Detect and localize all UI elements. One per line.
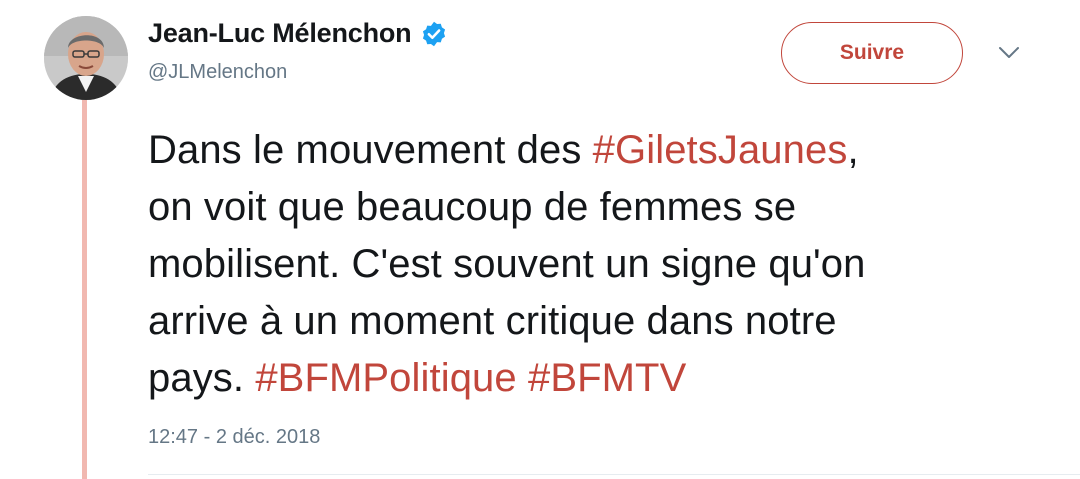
tweet-text-segment: Dans le mouvement des	[148, 128, 593, 172]
tweet-text-segment: pays.	[148, 356, 256, 400]
thread-connector-line	[82, 98, 87, 479]
tweet-text-segment: mobilisent. C'est souvent un signe qu'on	[148, 242, 866, 286]
avatar[interactable]	[44, 16, 128, 100]
tweet-text-segment: on voit que beaucoup de femmes se	[148, 185, 797, 229]
tweet-text: Dans le mouvement des #GiletsJaunes, on v…	[148, 122, 1048, 407]
hashtag-link[interactable]: #GiletsJaunes	[593, 128, 848, 172]
tweet-text-line: mobilisent. C'est souvent un signe qu'on	[148, 236, 1048, 293]
tweet-text-line: pays. #BFMPolitique #BFMTV	[148, 350, 1048, 407]
avatar-image	[44, 16, 128, 100]
hashtag-link[interactable]: #BFMPolitique	[255, 356, 516, 400]
tweet-text-segment	[517, 356, 528, 400]
user-name-row: Jean-Luc Mélenchon	[148, 18, 448, 49]
tweet-text-line: arrive à un moment critique dans notre	[148, 293, 1048, 350]
verified-badge-icon	[420, 20, 448, 48]
tweet-text-segment: ,	[847, 128, 859, 172]
hashtag-link[interactable]: #BFMTV	[528, 356, 686, 400]
tweet-timestamp[interactable]: 12:47 - 2 déc. 2018	[148, 426, 320, 449]
tweet-text-line: on voit que beaucoup de femmes se	[148, 179, 1048, 236]
user-handle[interactable]: @JLMelenchon	[148, 61, 287, 84]
user-name[interactable]: Jean-Luc Mélenchon	[148, 18, 412, 49]
divider	[148, 474, 1080, 475]
tweet-text-line: Dans le mouvement des #GiletsJaunes,	[148, 122, 1048, 179]
chevron-down-icon[interactable]	[998, 46, 1020, 60]
tweet-text-segment: arrive à un moment critique dans notre	[148, 299, 837, 343]
follow-button[interactable]: Suivre	[781, 22, 963, 84]
